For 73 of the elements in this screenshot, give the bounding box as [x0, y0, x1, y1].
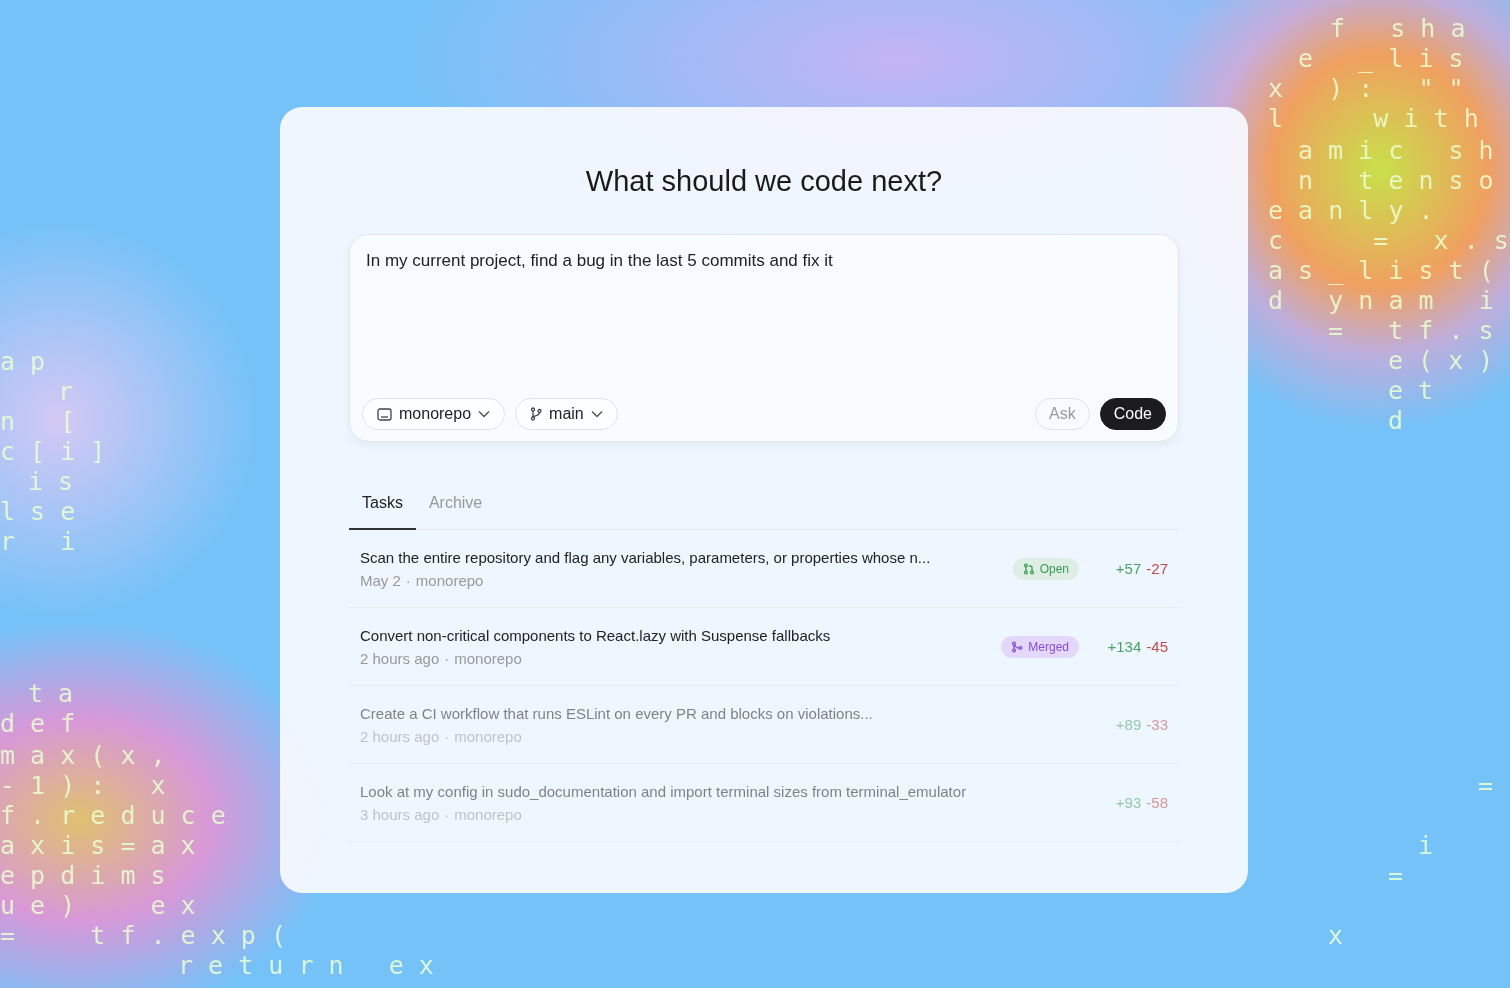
merge-icon — [1011, 640, 1024, 653]
code-fragment: e ( x ) — [1388, 346, 1494, 376]
task-time: 2 hours ago — [360, 649, 440, 667]
task-row[interactable]: Create a CI workflow that runs ESLint on every PR and blocks on violations... 2 hours ago · monorepo +89 -33 — [349, 686, 1179, 764]
code-fragment: d e f — [0, 709, 76, 739]
chevron-down-icon — [478, 410, 491, 418]
additions-count: +57 — [1115, 560, 1142, 577]
repository-dropdown[interactable]: monorepo — [362, 398, 506, 430]
deletions-count: -45 — [1146, 638, 1168, 655]
code-fragment: r i — [0, 527, 76, 557]
code-fragment: = t f . s — [1328, 316, 1494, 346]
task-repo: monorepo — [415, 571, 484, 589]
prompt-box[interactable]: In my current project, find a bug in the last 5 commits and fix it monorepo main Ask Code — [349, 234, 1179, 442]
code-fragment: e a n l y . — [1268, 196, 1434, 226]
monitor-icon — [377, 407, 392, 421]
separator-dot: · — [405, 571, 411, 589]
code-fragment: a x i s = a x — [0, 831, 196, 861]
code-fragment: l s e — [0, 497, 76, 527]
code-button[interactable]: Code — [1099, 398, 1166, 430]
code-fragment: e p d i m s — [0, 861, 166, 891]
code-fragment: d y n a m i — [1268, 286, 1494, 316]
separator-dot: · — [444, 649, 450, 667]
code-fragment: f . r e d u c e — [0, 801, 226, 831]
page-title: What should we code next? — [584, 165, 944, 198]
task-repo: monorepo — [454, 649, 522, 667]
additions-count: +134 — [1107, 638, 1142, 655]
task-title: Scan the entire repository and flag any variables, parameters, or properties whose n... — [360, 548, 932, 566]
code-fragment: c = x . s — [1268, 226, 1509, 256]
code-fragment: x ) : " " — [1268, 74, 1464, 104]
branch-icon — [530, 407, 543, 421]
task-time: 3 hours ago — [360, 805, 440, 823]
task-row[interactable]: Look at my config in sudo_documentation and import terminal sizes from terminal_emulator 3 hours ago · monorepo +93 -58 — [349, 764, 1179, 842]
code-fragment: l w i t h — [1268, 104, 1479, 134]
status-badge: Open — [1012, 557, 1079, 580]
code-fragment: e _ l i s — [1298, 44, 1464, 74]
task-row[interactable]: Convert non-critical components to React.lazy with Suspense fallbacks 2 hours ago · monorepo Merged +134 -45 — [349, 608, 1179, 686]
task-title: Look at my config in sudo_documentation and import terminal sizes from terminal_emulator — [360, 782, 968, 800]
task-time: May 2 — [360, 571, 401, 589]
deletions-count: -33 — [1146, 716, 1168, 733]
chevron-down-icon — [590, 410, 603, 418]
deletions-count: -58 — [1146, 794, 1168, 811]
code-fragment: m a x ( x , — [0, 741, 166, 771]
code-fragment: n t e n s o — [1298, 166, 1494, 196]
code-fragment: a s _ l i s t ( — [1268, 256, 1494, 286]
code-fragment: r e t u r n e x — [178, 951, 434, 981]
deletions-count: -27 — [1146, 560, 1168, 577]
code-fragment: x — [1328, 921, 1344, 951]
task-time: 2 hours ago — [360, 727, 440, 745]
code-fragment: i — [1418, 831, 1434, 861]
code-fragment: f s h a — [1330, 14, 1466, 44]
tab[interactable]: Tasks — [349, 480, 416, 530]
task-repo: monorepo — [454, 805, 522, 823]
prompt-input[interactable]: In my current project, find a bug in the last 5 commits and fix it — [362, 249, 1166, 273]
code-fragment: u e ) e x — [0, 891, 196, 921]
task-title: Create a CI workflow that runs ESLint on every PR and blocks on violations... — [360, 704, 874, 722]
additions-count: +89 — [1115, 716, 1142, 733]
code-fragment: - 1 ) : x — [0, 771, 166, 801]
additions-count: +93 — [1115, 794, 1142, 811]
pull-request-icon — [1022, 562, 1035, 575]
code-fragment: e t — [1388, 376, 1434, 406]
code-fragment: t a — [28, 679, 74, 709]
status-badge: Merged — [1001, 635, 1079, 658]
separator-dot: · — [444, 727, 450, 745]
task-row[interactable]: Scan the entire repository and flag any variables, parameters, or properties whose n... May 2 · monorepo Open +57 -27 — [349, 530, 1179, 608]
code-fragment: = — [1388, 861, 1404, 891]
code-fragment: a m i c s h — [1298, 136, 1494, 166]
code-fragment: = t f . e x p ( — [0, 921, 286, 951]
task-repo: monorepo — [454, 727, 522, 745]
task-title: Convert non-critical components to React.lazy with Suspense fallbacks — [360, 626, 832, 644]
branch-dropdown[interactable]: main — [515, 398, 618, 430]
code-fragment: d — [1388, 406, 1404, 436]
separator-dot: · — [444, 805, 450, 823]
code-fragment: = — [1478, 771, 1494, 801]
